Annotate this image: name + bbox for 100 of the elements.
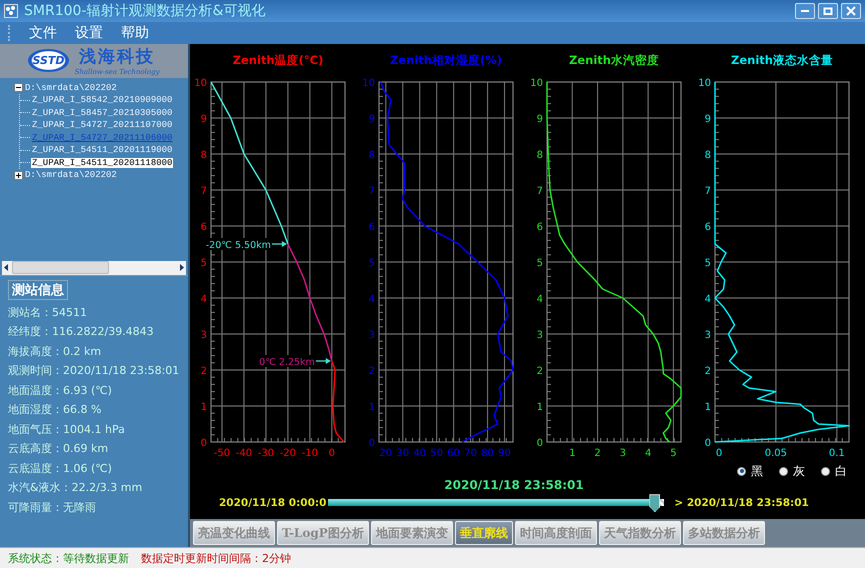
tick-label: 0.05 — [764, 448, 788, 460]
theme-radio[interactable]: 白 — [821, 464, 847, 478]
tick-label: 0 — [328, 448, 335, 460]
station-info-line: 海拔高度：0.2 km — [8, 344, 102, 360]
tick-label: 4 — [644, 448, 652, 460]
tick-label: 10 — [194, 78, 207, 90]
tick-label: 4 — [536, 294, 543, 306]
tick-label: 7 — [704, 186, 711, 198]
tree-file-item[interactable]: Z_UPAR_I_54727_20211106000 — [31, 132, 174, 143]
menu-item[interactable]: 帮助 — [119, 24, 151, 42]
view-tab[interactable]: 垂直廓线 — [454, 521, 513, 546]
station-info-line: 测站名：54511 — [8, 304, 88, 320]
tick-label: 0 — [536, 438, 543, 450]
minimize-button[interactable] — [795, 2, 815, 19]
collapse-icon[interactable] — [14, 83, 23, 92]
tick-label: 2 — [536, 366, 543, 378]
tick-label: 70 — [464, 448, 477, 460]
current-time-label: 2020/11/18 23:58:01 — [443, 478, 585, 492]
annotation-label: 0℃ 2.25km — [259, 357, 315, 368]
view-tab[interactable]: 天气指数分析 — [598, 521, 681, 546]
tick-label: 50 — [430, 448, 444, 460]
app-icon — [4, 4, 18, 18]
scroll-left-icon[interactable] — [2, 263, 10, 272]
tick-label: 2 — [368, 366, 375, 378]
tick-label: 1 — [368, 402, 375, 414]
tick-label: 3 — [704, 330, 711, 342]
tick-label: 9 — [704, 114, 711, 126]
tick-label: 8 — [200, 150, 207, 162]
view-tab[interactable]: 多站数据分析 — [682, 521, 765, 546]
station-info-line: 云底温度：1.06 (℃) — [8, 460, 113, 476]
tick-label: 9 — [200, 114, 207, 126]
station-info-line: 地面湿度：66.8 % — [8, 402, 102, 418]
tick-label: -40 — [236, 448, 252, 460]
tick-label: 10 — [698, 78, 711, 90]
menu-item[interactable]: 设置 — [73, 24, 105, 42]
window-title: SMR100-辐射计观测数据分析&可视化 — [24, 2, 266, 20]
tick-label: 3 — [536, 330, 543, 342]
tree-folder-item[interactable]: D:\smrdata\202202 — [24, 170, 118, 180]
tick-label: -30 — [258, 448, 274, 460]
tick-label: 0.1 — [828, 448, 845, 460]
tick-label: 20 — [379, 448, 392, 460]
tick-label: 30 — [396, 448, 410, 460]
scrollbar-thumb[interactable] — [12, 261, 109, 274]
tree-file-item[interactable]: Z_UPAR_I_54727_20211107000 — [31, 120, 174, 130]
tick-label: 2 — [200, 366, 207, 378]
station-info-line: 经纬度：116.2822/39.4843 — [8, 324, 155, 340]
tick-label: 4 — [200, 294, 207, 306]
tree-folder-item[interactable]: D:\smrdata\202202 — [24, 82, 118, 93]
theme-radio[interactable]: 灰 — [779, 464, 805, 478]
tick-label: 9 — [536, 114, 543, 126]
chart-title: Zenith水汽密度 — [569, 53, 659, 68]
tick-label: 6 — [536, 222, 543, 234]
slider-thumb[interactable] — [649, 494, 660, 512]
start-time-label: 2020/11/18 0:00:0 — [219, 496, 326, 509]
tick-label: 4 — [704, 294, 711, 306]
station-info-line: 观测时间：2020/11/18 23:58:01 — [8, 363, 180, 379]
close-button[interactable] — [841, 2, 861, 19]
station-info-line: 水汽&液水：22.2/3.3 mm — [8, 480, 144, 496]
tree-file-item[interactable]: Z_UPAR_I_58457_20210305000 — [31, 108, 174, 118]
chart-title: Zenith相对湿度(%) — [390, 53, 502, 68]
section-title: 测站信息 — [8, 280, 68, 300]
tick-label: 1 — [704, 402, 711, 414]
chart-title: Zenith液态水含量 — [731, 53, 833, 68]
view-tab[interactable]: 地面要素演变 — [370, 521, 453, 546]
view-tab[interactable]: 亮温变化曲线 — [193, 521, 275, 546]
tick-label: 4 — [368, 294, 375, 306]
tree-file-item[interactable]: Z_UPAR_I_54511_20201119000 — [31, 145, 174, 156]
tick-label: 5 — [670, 448, 677, 460]
tick-label: 80 — [481, 448, 494, 460]
maximize-icon — [823, 6, 833, 16]
tick-label: 0 — [200, 438, 207, 450]
expand-icon[interactable] — [14, 170, 23, 180]
tick-label: 2 — [594, 448, 601, 460]
tree-file-item[interactable]: Z_UPAR_I_54511_20201118000 — [31, 158, 174, 168]
tick-label: 5 — [704, 258, 711, 270]
tick-label: 3 — [620, 448, 626, 460]
tick-label: 7 — [200, 186, 207, 198]
tick-label: 1 — [569, 448, 576, 460]
tick-label: 1 — [200, 402, 207, 414]
tick-label: 10 — [362, 78, 375, 90]
menu-item[interactable]: 文件 — [27, 24, 59, 42]
maximize-button[interactable] — [818, 2, 838, 19]
leader-arrow — [272, 241, 287, 248]
scroll-right-icon[interactable] — [178, 263, 186, 272]
view-tab[interactable]: T-LogP图分析 — [277, 521, 369, 546]
tick-label: 90 — [498, 448, 511, 460]
tick-label: 2 — [704, 366, 711, 378]
tick-label: 1 — [536, 402, 543, 414]
tick-label: 5 — [200, 258, 207, 270]
tick-label: 0 — [368, 438, 375, 450]
theme-radio[interactable]: 黑 — [737, 464, 763, 478]
station-info-line: 地面气压：1004.1 hPa — [8, 422, 126, 438]
tick-label: 5 — [368, 258, 375, 270]
station-info-line: 云底高度：0.69 km — [8, 441, 110, 457]
station-info-line: 地面温度：6.93 (℃) — [8, 382, 113, 398]
tick-label: 3 — [200, 330, 207, 342]
tree-file-item[interactable]: Z_UPAR_I_58542_20210909000 — [31, 95, 174, 106]
view-tab[interactable]: 时间高度剖面 — [514, 521, 597, 546]
horizontal-scrollbar[interactable] — [2, 260, 186, 275]
tick-label: 6 — [368, 222, 375, 234]
